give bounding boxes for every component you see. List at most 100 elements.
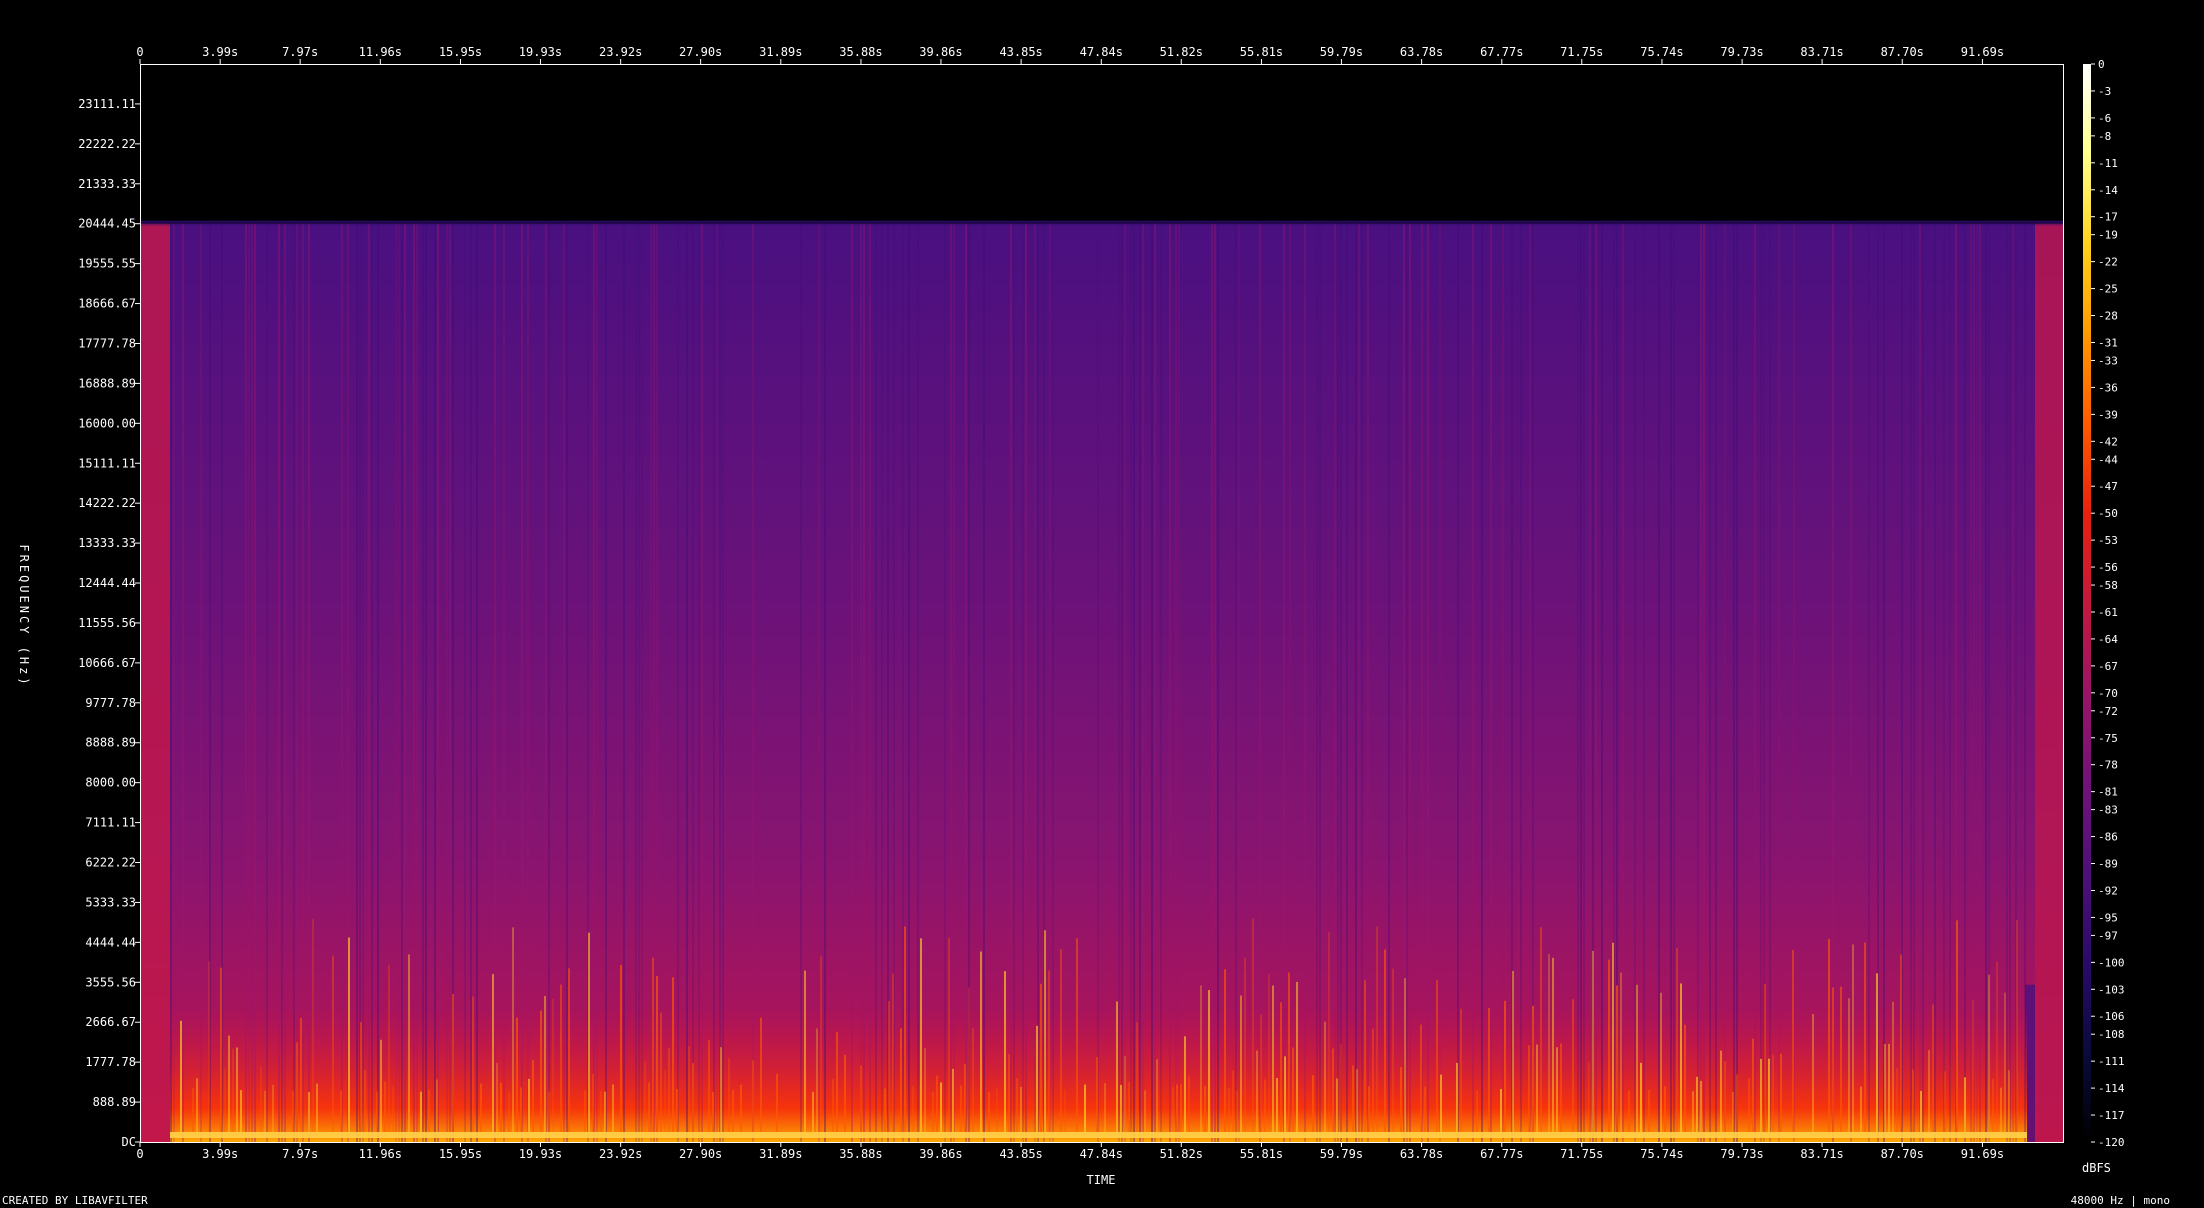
harmonic-burst	[816, 1028, 818, 1132]
colorbar-tick-label: -86	[2098, 831, 2118, 844]
footer-sample-info: 48000 Hz | mono	[2071, 1194, 2170, 1207]
colorbar-tick-label: -25	[2098, 283, 2118, 296]
colorbar-tick-label: -11	[2098, 157, 2118, 170]
harmonic-burst	[236, 1047, 238, 1132]
harmonic-burst	[688, 1046, 690, 1132]
texture-streak	[1922, 223, 1924, 1142]
harmonic-burst	[392, 1086, 394, 1132]
x-tick-label: 47.84s	[1080, 45, 1123, 59]
texture-streak	[1346, 223, 1348, 1142]
x-tick-label: 71.75s	[1560, 45, 1603, 59]
texture-streak	[944, 223, 946, 1142]
spectrogram-content	[140, 220, 2063, 1142]
texture-streak	[605, 223, 607, 1142]
harmonic-burst	[988, 1091, 990, 1132]
texture-streak	[1052, 223, 1054, 1142]
texture-streak	[1883, 223, 1885, 1142]
harmonic-burst	[1792, 950, 1794, 1132]
texture-streak	[377, 223, 379, 1142]
harmonic-burst	[1120, 1084, 1122, 1132]
texture-streak	[470, 223, 472, 1142]
colorbar-tick-label: -56	[2098, 561, 2118, 574]
harmonic-burst	[820, 956, 822, 1132]
x-tick-label: 91.69s	[1961, 1147, 2004, 1161]
texture-streak	[593, 223, 595, 1142]
texture-streak	[1217, 223, 1219, 1142]
harmonic-burst	[1424, 1086, 1426, 1132]
x-axis-bottom: 0 3.99s 7.97s 11.96s 15.95s 19.93s 23.92s 27.90…	[136, 1142, 2004, 1161]
harmonic-burst	[740, 1084, 742, 1132]
harmonic-burst	[996, 1088, 998, 1132]
harmonic-burst	[312, 918, 314, 1132]
texture-streak	[302, 223, 304, 1142]
colorbar-tick-label: -111	[2098, 1055, 2125, 1068]
x-tick-label: 19.93s	[519, 45, 562, 59]
texture-streak	[1976, 223, 1978, 1142]
harmonic-burst	[1648, 1090, 1650, 1132]
texture-streak	[200, 223, 202, 1142]
x-tick-label: 7.97s	[282, 45, 318, 59]
texture-streak	[1142, 223, 1144, 1142]
colorbar-tick-label: 0	[2098, 58, 2105, 71]
harmonic-burst	[588, 932, 590, 1132]
harmonic-burst	[308, 1091, 310, 1132]
texture-streak	[2012, 223, 2014, 1142]
spectrum-body	[140, 223, 2063, 1142]
harmonic-burst	[1284, 1056, 1286, 1132]
harmonic-burst	[264, 1090, 266, 1132]
spectrum-start-band	[140, 223, 170, 1142]
x-tick-label: 35.88s	[839, 1147, 882, 1161]
harmonic-burst	[1748, 1078, 1750, 1132]
texture-streak	[1118, 223, 1120, 1142]
texture-streak	[437, 223, 439, 1142]
y-tick-label: 23111.11	[78, 97, 136, 111]
texture-streak	[950, 223, 952, 1142]
harmonic-burst	[1956, 920, 1958, 1132]
texture-streak	[1235, 223, 1237, 1142]
harmonic-burst	[1236, 1090, 1238, 1132]
y-tick-label: 4444.44	[85, 935, 136, 949]
colorbar-tick-label: -117	[2098, 1109, 2125, 1122]
harmonic-burst	[1292, 1047, 1294, 1132]
texture-streak	[1367, 223, 1369, 1142]
harmonic-burst	[548, 1091, 550, 1132]
harmonic-burst	[1328, 931, 1330, 1132]
harmonic-burst	[952, 1068, 954, 1132]
harmonic-burst	[508, 1091, 510, 1132]
y-tick-label: 12444.44	[78, 576, 136, 590]
harmonic-burst	[620, 964, 622, 1132]
harmonic-burst	[812, 1091, 814, 1132]
harmonic-burst	[1832, 987, 1834, 1132]
texture-streak	[1388, 223, 1390, 1142]
y-tick-label: 19555.55	[78, 257, 136, 271]
x-axis-label: TIME	[1087, 1173, 1116, 1187]
harmonic-burst	[1244, 957, 1246, 1132]
texture-streak	[722, 223, 724, 1142]
harmonic-burst	[1240, 995, 1242, 1132]
colorbar-tick-label: -64	[2098, 633, 2118, 646]
x-tick-label: 55.81s	[1240, 45, 1283, 59]
harmonic-burst	[1016, 1078, 1018, 1132]
x-tick-label: 83.71s	[1800, 1147, 1843, 1161]
texture-streak	[170, 223, 172, 1142]
texture-streak	[635, 223, 637, 1142]
colorbar-label: dBFS	[2082, 1161, 2111, 1175]
harmonic-burst	[1104, 1083, 1106, 1132]
harmonic-burst	[728, 1058, 730, 1132]
x-tick-label: 47.84s	[1080, 1147, 1123, 1161]
texture-streak	[1406, 223, 1408, 1142]
y-tick-label: 1777.78	[85, 1055, 136, 1069]
colorbar-tick-label: -19	[2098, 229, 2118, 242]
x-tick-label: 79.73s	[1720, 45, 1763, 59]
harmonic-burst	[760, 1017, 762, 1132]
harmonic-burst	[1628, 1090, 1630, 1132]
harmonic-burst	[376, 1091, 378, 1132]
harmonic-burst	[1420, 1024, 1422, 1132]
harmonic-burst	[804, 970, 806, 1132]
texture-streak	[1025, 223, 1027, 1142]
harmonic-burst	[1208, 990, 1210, 1132]
texture-streak	[1529, 223, 1531, 1142]
harmonic-burst	[1840, 986, 1842, 1132]
texture-streak	[1754, 223, 1756, 1142]
harmonic-burst	[1288, 972, 1290, 1132]
